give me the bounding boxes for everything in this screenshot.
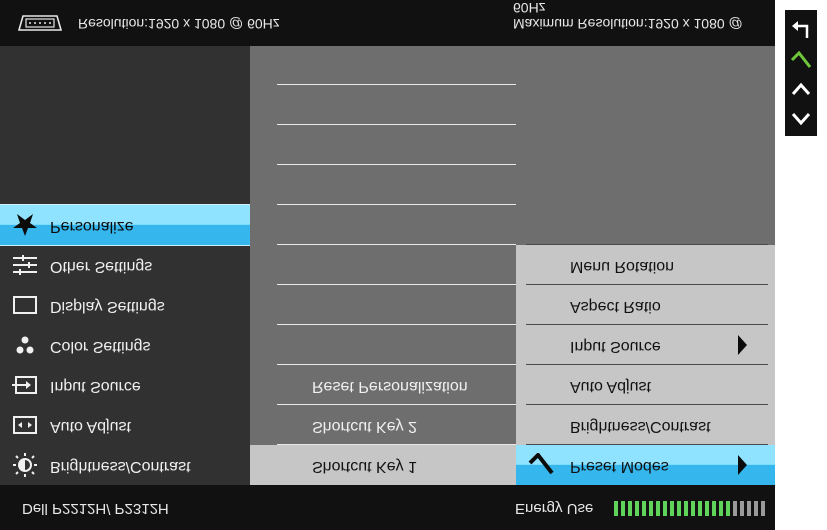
energy-segment (754, 501, 758, 516)
osd-content: Dell P2212H/ P2312H Energy Use Brightnes… (0, 0, 775, 530)
menu-item-shortcut-key-2[interactable]: Shortcut Key 2 (250, 405, 516, 445)
menu-item-reset-personalization[interactable]: Reset Personalization (250, 365, 516, 405)
energy-segment (628, 501, 632, 516)
menu-item-label: Preset Modes (570, 458, 669, 475)
energy-segment (621, 501, 625, 516)
resolution-bar: Resolution:1920 x 1080 @ 60Hz Maximum Re… (0, 0, 775, 46)
energy-segment (691, 501, 695, 516)
color-settings-icon (16, 336, 34, 354)
energy-segment (733, 501, 737, 516)
menu-item-display-settings[interactable]: Display Settings (0, 285, 250, 325)
menu-item-other-settings[interactable]: Other Settings (0, 245, 250, 285)
menu-item-aspect-ratio[interactable]: Aspect Ratio (516, 285, 775, 325)
energy-segment (747, 501, 751, 516)
menu-item-personalize[interactable]: Personalize (0, 204, 251, 246)
menu-item-label: Brightness/Contrast (570, 418, 711, 435)
submenu-arrow-icon (738, 455, 747, 475)
divider (277, 364, 517, 365)
check-icon[interactable] (789, 48, 813, 72)
energy-segment (684, 501, 688, 516)
menu-item-label: Input Source (570, 338, 661, 355)
energy-segment (761, 501, 765, 516)
energy-segment (712, 501, 716, 516)
energy-segment (670, 501, 674, 516)
menu-item-label: Brightness/Contrast (50, 458, 191, 475)
status-bar: Dell P2212H/ P2312H Energy Use (0, 485, 775, 530)
menu-item-auto-adjust[interactable]: Auto Adjust (0, 405, 250, 445)
personalize-menu: Shortcut Key 1 Shortcut Key 2 Reset Pers… (250, 45, 516, 485)
divider (277, 284, 517, 285)
energy-meter (614, 501, 770, 516)
auto-adjust-icon (13, 416, 37, 434)
input-source-icon (12, 376, 37, 394)
display-settings-icon (13, 296, 37, 314)
brightness-icon (13, 453, 37, 477)
menu-item-brightness-contrast[interactable]: Brightness/Contrast (0, 445, 250, 485)
menu-item-brightness-contrast[interactable]: Brightness/Contrast (516, 405, 775, 445)
menu-item-label: Reset Personalization (312, 378, 468, 395)
menu-item-label: Aspect Ratio (570, 298, 661, 315)
up-arrow-icon[interactable] (789, 78, 813, 102)
menu-item-shortcut-key-1[interactable]: Shortcut Key 1 (250, 445, 516, 485)
menu-item-label: Input Source (50, 378, 141, 395)
energy-segment (649, 501, 653, 516)
menu-item-color-settings[interactable]: Color Settings (0, 325, 250, 365)
divider (277, 244, 517, 245)
submenu-arrow-icon (738, 335, 747, 355)
menu-item-menu-rotation[interactable]: Menu Rotation (516, 245, 775, 285)
shortcut-options-menu: Preset Modes Brightness/Contrast Auto Ad… (516, 45, 775, 485)
energy-segment (740, 501, 744, 516)
menu-item-input-source[interactable]: Input Source (0, 365, 250, 405)
down-arrow-icon[interactable] (789, 106, 813, 130)
menu-item-label: Personalize (50, 218, 134, 235)
menu-item-label: Auto Adjust (50, 418, 131, 435)
divider (277, 324, 517, 325)
energy-segment (698, 501, 702, 516)
side-button-panel (785, 10, 817, 136)
energy-segment (635, 501, 639, 516)
max-resolution-text: Maximum Resolution:1920 x 1080 @ 60Hz (513, 0, 743, 32)
energy-segment (656, 501, 660, 516)
monitor-osd: Dell P2212H/ P2312H Energy Use Brightnes… (0, 0, 775, 530)
main-menu: Brightness/Contrast Auto Adjust Input So… (0, 45, 251, 485)
menu-item-label: Auto Adjust (570, 378, 651, 395)
menu-item-label: Other Settings (50, 258, 153, 275)
energy-segment (705, 501, 709, 516)
energy-segment (726, 501, 730, 516)
menu-item-label: Menu Rotation (570, 258, 675, 275)
menu-item-label: Shortcut Key 2 (312, 418, 417, 435)
check-icon (528, 453, 554, 475)
back-icon[interactable] (789, 18, 813, 42)
energy-use-label: Energy Use (515, 500, 594, 517)
star-icon (13, 214, 37, 236)
menu-item-auto-adjust[interactable]: Auto Adjust (516, 365, 775, 405)
resolution-text: Resolution:1920 x 1080 @ 60Hz (78, 16, 280, 32)
vga-connector-icon (17, 15, 63, 31)
energy-segment (719, 501, 723, 516)
energy-segment (614, 501, 618, 516)
menu-item-label: Shortcut Key 1 (312, 458, 417, 475)
menu-item-input-source[interactable]: Input Source (516, 325, 775, 365)
other-settings-icon (13, 255, 37, 275)
energy-segment (663, 501, 667, 516)
energy-segment (677, 501, 681, 516)
menu-item-preset-modes[interactable]: Preset Modes (516, 445, 775, 485)
divider (526, 244, 768, 245)
model-name: Dell P2212H/ P2312H (22, 500, 169, 517)
menu-item-label: Color Settings (50, 338, 151, 355)
menu-item-label: Display Settings (50, 298, 165, 315)
energy-segment (642, 501, 646, 516)
